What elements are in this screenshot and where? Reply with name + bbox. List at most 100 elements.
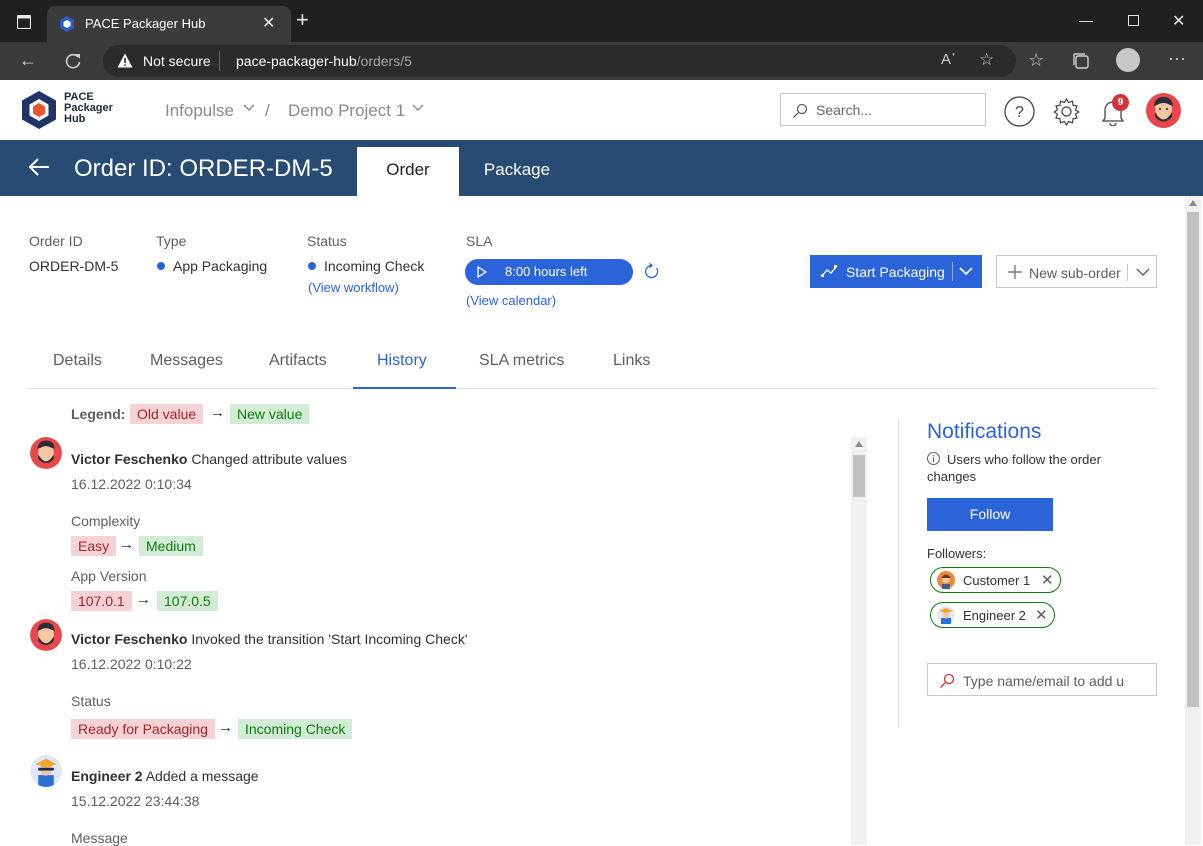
more-menu-icon[interactable]: ···	[1168, 48, 1186, 69]
history-old-value: Easy	[71, 536, 117, 556]
warning-icon	[117, 53, 133, 68]
tab-title: PACE Packager Hub	[85, 16, 206, 31]
subtab-details[interactable]: Details	[53, 352, 102, 370]
sla-timer[interactable]: 8:00 hours left	[465, 259, 633, 285]
project-selector[interactable]: Demo Project 1	[288, 101, 405, 121]
minimize-icon[interactable]: —	[1079, 12, 1093, 28]
history-user: Victor Feschenko	[71, 451, 188, 467]
follower-avatar	[937, 606, 955, 624]
org-selector[interactable]: Infopulse	[165, 101, 234, 121]
view-calendar-link[interactable]: (View calendar)	[466, 293, 556, 308]
history-field-name: App Version	[71, 568, 147, 584]
subtab-messages[interactable]: Messages	[150, 352, 223, 370]
notifications-title: Notifications	[927, 420, 1042, 443]
tab-actions-icon[interactable]	[17, 15, 31, 29]
refresh-sla-icon[interactable]	[643, 263, 660, 280]
type-dot	[157, 262, 165, 270]
follower-name: Customer 1	[963, 573, 1031, 588]
search-input[interactable]: Search...	[780, 93, 986, 126]
tab-order[interactable]: Order	[357, 147, 459, 196]
scroll-up-icon[interactable]	[855, 441, 863, 447]
legend-label: Legend:	[71, 406, 126, 422]
search-icon	[793, 103, 808, 118]
subtab-sla-metrics[interactable]: SLA metrics	[479, 352, 564, 370]
history-avatar	[30, 619, 62, 651]
subtab-links[interactable]: Links	[613, 352, 650, 370]
back-icon[interactable]: ←	[19, 50, 37, 71]
add-follower-placeholder: Type name/email to add u	[963, 673, 1125, 689]
window-close-icon[interactable]: ✕	[1172, 11, 1185, 31]
favorites-icon[interactable]: ☆	[1028, 50, 1044, 71]
type-label: Type	[156, 233, 187, 249]
chevron-down-icon[interactable]	[243, 104, 255, 112]
follower-chip[interactable]: Engineer 2 ✕	[930, 602, 1055, 628]
status-label: Status	[307, 233, 347, 249]
collections-icon[interactable]	[1072, 52, 1090, 70]
remove-follower-icon[interactable]: ✕	[1035, 606, 1048, 624]
maximize-icon[interactable]	[1128, 15, 1139, 26]
tab-package[interactable]: Package	[468, 147, 566, 196]
history-entry-title: Victor Feschenko Invoked the transition …	[71, 631, 468, 647]
back-arrow-icon[interactable]	[28, 158, 50, 176]
notifications-divider	[898, 418, 899, 728]
read-aloud-icon[interactable]: A᾿	[941, 51, 956, 68]
page-scrollbar[interactable]	[1185, 196, 1201, 845]
security-label[interactable]: Not secure	[143, 53, 211, 69]
start-packaging-label: Start Packaging	[846, 264, 945, 280]
subtab-history[interactable]: History	[377, 352, 427, 370]
history-action: Invoked the transition 'Start Incoming C…	[191, 631, 468, 647]
play-icon	[477, 266, 487, 278]
followers-label: Followers:	[927, 546, 987, 561]
breadcrumb-separator: /	[265, 101, 270, 120]
subtab-artifacts[interactable]: Artifacts	[269, 352, 327, 370]
history-field-name: Message	[71, 830, 128, 846]
add-follower-input[interactable]: Type name/email to add u	[927, 663, 1157, 696]
scroll-up-icon[interactable]	[1189, 200, 1197, 206]
browser-tab[interactable]: PACE Packager Hub ✕	[47, 6, 291, 42]
help-icon[interactable]: ?	[1004, 96, 1035, 127]
chevron-down-icon[interactable]	[1136, 268, 1150, 277]
new-suborder-button[interactable]: New sub-order	[996, 255, 1157, 288]
settings-gear-icon[interactable]	[1052, 97, 1081, 126]
type-value: App Packaging	[173, 258, 268, 274]
new-tab-icon[interactable]: +	[296, 9, 309, 31]
page-scroll-thumb[interactable]	[1187, 212, 1199, 707]
address-bar[interactable]: Not secure pace-packager-hub/orders/5 A᾿…	[103, 45, 1016, 77]
follow-button[interactable]: Follow	[927, 498, 1053, 531]
chevron-down-icon[interactable]	[412, 104, 424, 112]
subtab-active-indicator	[353, 387, 456, 389]
url-text[interactable]: pace-packager-hub/orders/5	[236, 53, 412, 69]
history-scrollbar[interactable]	[851, 437, 867, 845]
svg-text:?: ?	[1015, 104, 1024, 121]
follower-name: Engineer 2	[963, 608, 1026, 623]
chevron-down-icon[interactable]	[959, 267, 973, 276]
address-separator	[219, 51, 220, 71]
history-date: 16.12.2022 0:10:22	[71, 656, 192, 672]
url-path: /orders/5	[356, 53, 412, 69]
notification-count-badge: 9	[1112, 94, 1129, 111]
history-new-value: Medium	[139, 536, 203, 556]
status-dot	[308, 262, 316, 270]
close-tab-icon[interactable]: ✕	[262, 13, 275, 33]
view-workflow-link[interactable]: (View workflow)	[308, 280, 399, 295]
logo-line-3: Hub	[64, 113, 86, 125]
pace-logo-icon[interactable]	[21, 90, 57, 130]
legend-new-value: New value	[230, 404, 310, 424]
logo-text: PACE Packager Hub	[64, 92, 113, 125]
user-avatar[interactable]	[1146, 93, 1181, 128]
follower-chip[interactable]: Customer 1 ✕	[930, 567, 1061, 593]
refresh-icon[interactable]	[64, 52, 82, 70]
profile-icon[interactable]	[1116, 48, 1140, 72]
start-packaging-button[interactable]: Start Packaging	[810, 255, 982, 288]
history-new-value: Incoming Check	[238, 719, 353, 739]
arrow-right-icon: →	[136, 591, 151, 608]
favorite-add-icon[interactable]: ☆	[979, 50, 994, 70]
history-scroll-thumb[interactable]	[853, 455, 865, 497]
history-old-value: Ready for Packaging	[71, 719, 215, 739]
remove-follower-icon[interactable]: ✕	[1041, 571, 1054, 589]
pace-favicon-icon	[60, 16, 74, 32]
search-placeholder: Search...	[816, 102, 873, 118]
order-id-value: ORDER-DM-5	[29, 258, 119, 274]
order-title: Order ID: ORDER-DM-5	[74, 155, 333, 182]
sla-label: SLA	[466, 233, 493, 249]
